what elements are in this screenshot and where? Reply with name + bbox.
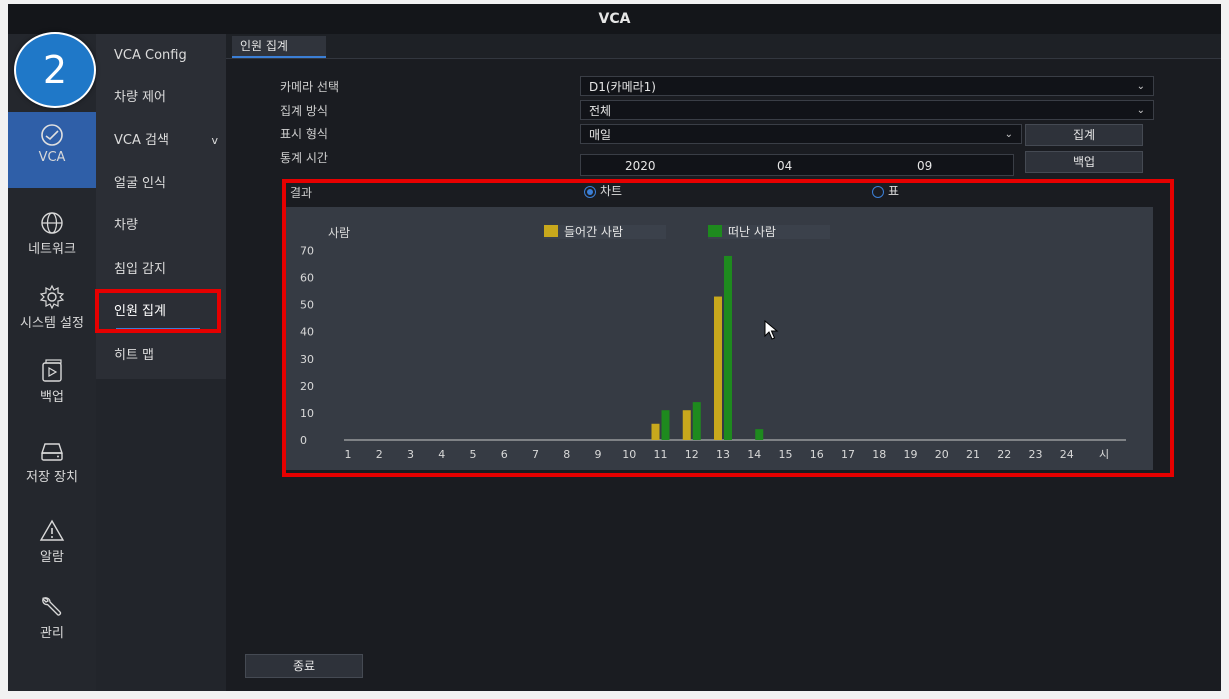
vca-icon bbox=[41, 124, 63, 146]
highlight-box-chart bbox=[282, 179, 1174, 477]
chevron-down-icon: ⌄ bbox=[1136, 105, 1145, 116]
backup-button[interactable]: 백업 bbox=[1025, 151, 1143, 173]
date-day[interactable]: 09 bbox=[917, 155, 932, 177]
step-number-badge: 2 bbox=[14, 32, 96, 108]
camera-select[interactable]: D1(카메라1) ⌄ bbox=[580, 76, 1154, 96]
window-title: VCA bbox=[8, 4, 1221, 34]
nav-item-manage[interactable]: 관리 bbox=[8, 584, 96, 660]
left-nav: VCA 네트워크 시스템 설정 백업 저장 장치 알람 관리 bbox=[8, 34, 96, 691]
submenu-label: VCA Config bbox=[114, 48, 187, 63]
stat-time-label: 통계 시간 bbox=[280, 151, 328, 165]
submenu-label: 얼굴 인식 bbox=[114, 176, 166, 191]
tab-bar: 인원 집계 bbox=[226, 34, 1221, 59]
count-method-value: 전체 bbox=[589, 104, 612, 118]
nav-label: 네트워크 bbox=[28, 242, 76, 257]
storage-drive-icon bbox=[41, 443, 63, 461]
camera-select-label: 카메라 선택 bbox=[280, 80, 340, 94]
exit-button[interactable]: 종료 bbox=[245, 654, 363, 678]
submenu-label: 차량 bbox=[114, 218, 138, 233]
submenu-item-vehicle[interactable]: 차량 bbox=[96, 206, 226, 246]
nav-label: 백업 bbox=[40, 390, 64, 405]
submenu-label: 히트 맵 bbox=[114, 348, 155, 363]
submenu-item-face-recognition[interactable]: 얼굴 인식 bbox=[96, 164, 226, 204]
submenu-label: VCA 검색 bbox=[114, 133, 169, 148]
count-method-label: 집계 방식 bbox=[280, 104, 328, 118]
nav-item-network[interactable]: 네트워크 bbox=[8, 200, 96, 276]
display-format-label: 표시 형식 bbox=[280, 127, 328, 141]
submenu-item-vehicle-control[interactable]: 차량 제어 bbox=[96, 78, 226, 118]
nav-label: VCA bbox=[38, 150, 66, 165]
display-format-value: 매일 bbox=[589, 128, 612, 142]
submenu-label: 침입 감지 bbox=[114, 262, 166, 277]
count-method-select[interactable]: 전체 ⌄ bbox=[580, 100, 1154, 120]
date-month[interactable]: 04 bbox=[777, 155, 792, 177]
camera-select-value: D1(카메라1) bbox=[589, 80, 656, 94]
wrench-icon bbox=[41, 597, 62, 616]
chevron-down-icon: ⌄ bbox=[1004, 129, 1013, 140]
stat-time-date-field[interactable]: 2020 04 09 bbox=[580, 154, 1014, 176]
display-format-select[interactable]: 매일 ⌄ bbox=[580, 124, 1022, 144]
nav-item-alarm[interactable]: 알람 bbox=[8, 508, 96, 584]
app-window: VCA 2 VCA 네트워크 시스템 설정 백업 저장 장치 알람 관리 VCA… bbox=[8, 4, 1221, 691]
submenu-item-intrusion-detection[interactable]: 침입 감지 bbox=[96, 250, 226, 290]
submenu-label: 차량 제어 bbox=[114, 90, 166, 105]
tab-people-counting[interactable]: 인원 집계 bbox=[232, 36, 326, 58]
nav-item-system-settings[interactable]: 시스템 설정 bbox=[8, 274, 96, 350]
nav-item-vca[interactable]: VCA bbox=[8, 112, 96, 188]
submenu-item-heat-map[interactable]: 히트 맵 bbox=[96, 336, 226, 376]
highlight-box-submenu bbox=[95, 289, 221, 333]
nav-label: 관리 bbox=[40, 626, 64, 641]
submenu-item-vca-config[interactable]: VCA Config bbox=[96, 36, 226, 76]
date-year[interactable]: 2020 bbox=[625, 155, 656, 177]
chevron-down-icon: ⌄ bbox=[1136, 81, 1145, 92]
nav-item-storage[interactable]: 저장 장치 bbox=[8, 428, 96, 504]
nav-label: 시스템 설정 bbox=[20, 316, 84, 331]
mouse-cursor-icon bbox=[764, 320, 779, 340]
chevron-down-icon: v bbox=[211, 134, 218, 147]
submenu-item-vca-search[interactable]: VCA 검색 v bbox=[96, 121, 226, 161]
nav-label: 저장 장치 bbox=[26, 470, 78, 485]
nav-item-backup[interactable]: 백업 bbox=[8, 348, 96, 424]
nav-label: 알람 bbox=[40, 550, 64, 565]
network-globe-icon bbox=[41, 212, 63, 234]
submenu-empty-area bbox=[96, 379, 226, 691]
gear-icon bbox=[39, 284, 65, 310]
alarm-warning-icon bbox=[39, 519, 65, 541]
backup-icon bbox=[42, 359, 62, 382]
count-button[interactable]: 집계 bbox=[1025, 124, 1143, 146]
